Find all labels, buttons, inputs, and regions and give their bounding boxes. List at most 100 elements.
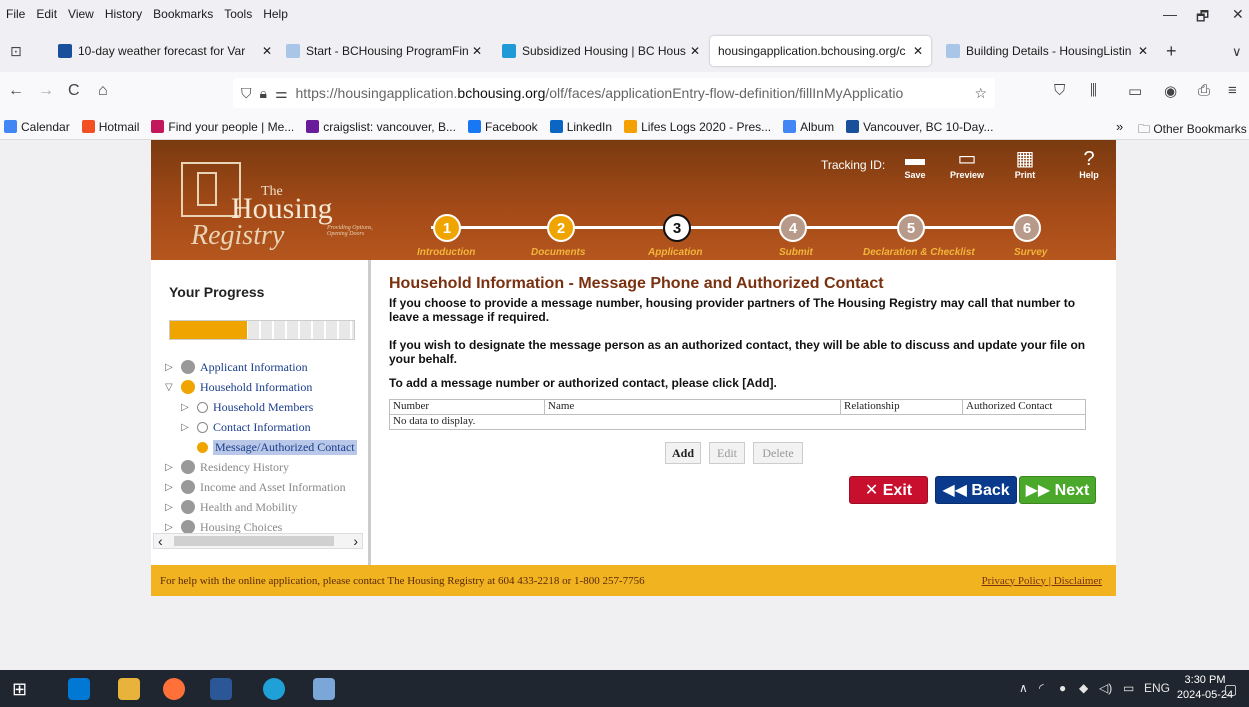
permissions-icon[interactable]: ⚌ [275,85,288,102]
bookmark-star-icon[interactable]: ☆ [974,85,987,102]
tab-close-icon[interactable]: ✕ [690,44,700,58]
new-tab-icon[interactable]: + [1166,41,1177,62]
menu-help[interactable]: Help [263,7,288,21]
browser-tab[interactable]: Building Details - HousingListin ✕ [938,36,1156,66]
sidebar-item[interactable]: Message/Authorized Contact [165,437,365,457]
browser-tab[interactable]: Start - BCHousing ProgramFind ✕ [278,36,490,66]
sidebar-item[interactable]: ▷ Applicant Information [165,357,365,377]
tree-toggle-icon[interactable]: ▷ [181,402,197,413]
menu-history[interactable]: History [105,7,142,21]
reload-icon[interactable]: C [68,82,80,100]
column-relationship[interactable]: Relationship [841,400,963,414]
delete-button[interactable]: Delete [753,442,803,464]
browser-tab[interactable]: housingapplication.bchousing.org/c ✕ [710,36,931,66]
tab-overview-icon[interactable]: ⊡ [10,43,22,60]
browser-tab[interactable]: Subsidized Housing | BC Housin ✕ [494,36,708,66]
back-button[interactable]: ◀◀ Back [935,476,1017,504]
edge-icon[interactable] [263,678,285,700]
shield-icon[interactable]: ⛉ [241,85,252,102]
notifications-icon[interactable]: ▢ [1224,681,1237,698]
edit-button[interactable]: Edit [709,442,745,464]
tree-toggle-icon[interactable]: ▷ [165,482,181,493]
outlook-icon[interactable] [68,678,90,700]
column-number[interactable]: Number [390,400,545,414]
menu-edit[interactable]: Edit [36,7,57,21]
save-button[interactable]: ▬ Save [895,148,935,180]
scroll-left-icon[interactable]: ‹ [158,533,163,549]
security-icon[interactable]: ● [1059,681,1066,695]
sidebar-item[interactable]: ▷ Household Members [165,397,365,417]
preview-button[interactable]: ▭ Preview [947,148,987,180]
column-authorized-contact[interactable]: Authorized Contact [963,400,1085,414]
tab-close-icon[interactable]: ✕ [472,44,482,58]
bookmark-item[interactable]: LinkedIn [549,120,612,134]
sidebar-item[interactable]: ▷ Residency History [165,457,365,477]
menu-view[interactable]: View [68,7,94,21]
bookmark-item[interactable]: Find your people | Me... [151,120,294,134]
bookmark-item[interactable]: craigslist: vancouver, B... [306,120,456,134]
privacy-disclaimer-links[interactable]: Privacy Policy | Disclaimer [982,575,1102,587]
file-explorer-icon[interactable] [118,678,140,700]
show-hidden-icons-icon[interactable]: ∧ [1019,681,1028,695]
bookmark-item[interactable]: Hotmail [81,120,139,134]
add-button[interactable]: Add [665,442,701,464]
extensions-icon[interactable]: ⎙ [1198,82,1210,99]
minimize-icon[interactable]: — [1163,6,1177,22]
other-bookmarks-folder[interactable]: 🗀︎ Other Bookmarks [1138,120,1247,141]
sidebar-item[interactable]: ▷ Income and Asset Information [165,477,365,497]
tree-toggle-icon[interactable]: ▷ [181,422,197,433]
column-name[interactable]: Name [545,400,841,414]
restore-icon[interactable]: 🗗 [1196,6,1209,30]
browser-tab[interactable]: 10-day weather forecast for Var ✕ [50,36,280,66]
library-icon[interactable]: ⫼ [1090,82,1097,99]
firefox-icon[interactable] [163,678,185,700]
network-icon[interactable]: ◜ [1039,681,1044,695]
exit-button[interactable]: ✕ Exit [849,476,928,504]
tree-toggle-icon[interactable]: ▽ [165,382,181,393]
language-indicator[interactable]: ENG [1144,681,1170,695]
tab-close-icon[interactable]: ✕ [262,44,272,58]
app-menu-icon[interactable]: ≡ [1228,82,1237,99]
bookmark-item[interactable]: Facebook [467,120,538,134]
close-window-icon[interactable]: ✕ [1232,6,1244,23]
tab-close-icon[interactable]: ✕ [1138,44,1148,58]
app-icon[interactable] [313,678,335,700]
help-button[interactable]: ? Help [1069,148,1109,180]
back-arrow-icon[interactable]: ← [8,82,24,100]
shield-check-icon[interactable]: ◆ [1079,681,1088,695]
print-button[interactable]: ▦ Print [1005,148,1045,180]
menu-tools[interactable]: Tools [224,7,252,21]
tab-list-icon[interactable]: ∨ [1232,44,1242,60]
pocket-icon[interactable]: ⛉ [1054,82,1065,99]
windows-start-icon[interactable]: ⊞ [12,678,34,700]
tree-toggle-icon[interactable]: ▷ [165,502,181,513]
sidebar-item[interactable]: ▷ Contact Information [165,417,365,437]
tree-toggle-icon[interactable]: ▷ [165,522,181,533]
volume-icon[interactable]: ◁) [1099,681,1112,695]
lock-icon[interactable]: 🔒︎ [260,85,267,102]
url-text[interactable]: https://housingapplication.bchousing.org… [296,85,975,101]
bookmarks-overflow-icon[interactable]: » [1116,119,1123,134]
scrollbar-thumb[interactable] [174,536,334,546]
bookmark-item[interactable]: Calendar [4,120,70,134]
sidebar-icon[interactable]: ▭ [1128,82,1142,100]
menu-file[interactable]: File [6,7,25,21]
scroll-right-icon[interactable]: › [353,533,358,549]
bookmark-item[interactable]: Vancouver, BC 10-Day... [846,120,993,134]
tab-close-icon[interactable]: ✕ [913,44,923,58]
tree-toggle-icon[interactable]: ▷ [165,462,181,473]
account-icon[interactable]: ◉ [1164,82,1177,100]
tree-toggle-icon[interactable]: ▷ [165,362,181,373]
battery-icon[interactable]: ▭ [1123,681,1134,695]
word-icon[interactable] [210,678,232,700]
bookmark-item[interactable]: Album [783,120,834,134]
bookmark-item[interactable]: Lifes Logs 2020 - Pres... [624,120,771,134]
sidebar-item[interactable]: ▽ Household Information [165,377,365,397]
forward-arrow-icon[interactable]: → [38,82,54,100]
next-button[interactable]: ▶▶ Next [1019,476,1096,504]
home-icon[interactable]: ⌂ [98,82,108,100]
menu-bookmarks[interactable]: Bookmarks [153,7,213,21]
sidebar-item[interactable]: ▷ Health and Mobility [165,497,365,517]
address-bar[interactable]: ⛉ 🔒︎ ⚌ https://housingapplication.bchous… [233,78,995,108]
sidebar-horizontal-scrollbar[interactable]: ‹ › [153,533,363,549]
